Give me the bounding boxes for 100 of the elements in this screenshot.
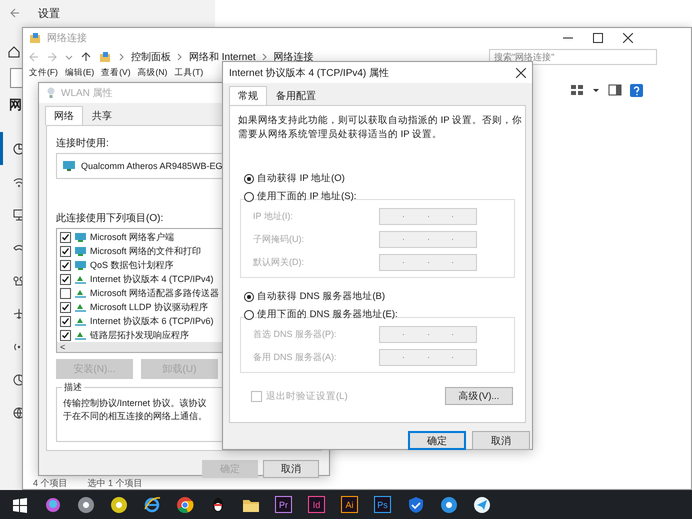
ie-icon[interactable]	[142, 496, 160, 514]
breadcrumb-item[interactable]: 控制面板	[131, 50, 171, 64]
monitor-icon	[74, 232, 87, 243]
home-icon[interactable]	[8, 46, 20, 58]
network-icon	[74, 316, 87, 327]
close-icon[interactable]	[623, 33, 633, 43]
window-title: Internet 协议版本 4 (TCP/IPv4) 属性	[229, 66, 390, 80]
circle-app-icon[interactable]	[76, 496, 94, 514]
option-label: 使用下面的 IP 地址(S):	[257, 190, 356, 203]
item-label: Internet 协议版本 6 (TCP/IPv6)	[90, 315, 214, 328]
item-label: Microsoft LLDP 协议驱动程序	[90, 301, 208, 314]
breadcrumb-item[interactable]: 网络和 Internet	[189, 50, 256, 64]
network-icon	[74, 302, 87, 313]
help-icon[interactable]	[630, 84, 643, 97]
app-icon[interactable]: Ai	[341, 496, 358, 513]
list-item[interactable]: Internet 协议版本 4 (TCP/IPv4)	[60, 273, 220, 286]
app-icon[interactable]: Pr	[275, 496, 292, 513]
option-label: 自动获得 IP 地址(O)	[257, 172, 345, 185]
checkbox[interactable]	[60, 316, 71, 327]
option-label: 自动获得 DNS 服务器地址(B)	[257, 290, 385, 303]
description-text: 于在不同的相互连接的网络上通信。	[63, 410, 208, 423]
button[interactable]: 确定	[408, 431, 466, 450]
chevron-icon	[119, 52, 125, 60]
chevron-icon	[177, 52, 183, 60]
checkbox[interactable]	[60, 246, 71, 257]
circle-app-icon[interactable]	[110, 496, 128, 514]
button[interactable]: 高级(V)...	[445, 387, 513, 405]
adapter-name: Qualcomm Atheros AR9485WB-EG	[81, 161, 223, 171]
breadcrumb-item[interactable]: 网络连接	[274, 50, 314, 64]
button[interactable]: 取消	[263, 460, 319, 478]
section-heading: 网	[9, 96, 23, 114]
list-item[interactable]: Microsoft 网络适配器多路传送器	[60, 287, 220, 300]
checkbox[interactable]	[60, 274, 71, 285]
checkbox-label: 退出时验证设置(L)	[266, 390, 348, 402]
tab[interactable]: 网络	[45, 106, 83, 125]
item-label: 链路层拓扑发现响应程序	[90, 329, 189, 342]
option-label: 使用下面的 DNS 服务器地址(E):	[257, 308, 398, 321]
list-item[interactable]: Microsoft 网络的文件和打印	[60, 245, 220, 258]
field-label: 备用 DNS 服务器(A):	[253, 351, 337, 364]
network-icon	[74, 330, 87, 341]
scrollbar[interactable]: <	[57, 342, 223, 352]
wifi-icon	[13, 176, 25, 188]
window-title: 设置	[38, 6, 60, 20]
network-icon	[74, 274, 87, 285]
field-label: 首选 DNS 服务器(P):	[253, 328, 337, 341]
field-label: 子网掩码(U):	[253, 233, 304, 246]
menu-item[interactable]: 文件(F)	[29, 66, 58, 78]
menu-item[interactable]: 工具(T)	[174, 66, 204, 78]
app-icon[interactable]: Id	[308, 496, 325, 513]
windows-icon[interactable]	[10, 496, 28, 514]
network-folder-icon	[29, 32, 41, 44]
shield-icon[interactable]	[406, 496, 424, 514]
group-title: 描述	[62, 381, 84, 394]
checkbox[interactable]	[60, 288, 71, 299]
checkbox[interactable]	[60, 232, 71, 243]
globe-icon	[13, 406, 25, 418]
list-item[interactable]: Microsoft 网络客户端	[60, 231, 220, 244]
monitor-icon	[74, 246, 87, 257]
description-text: 如果网络支持此功能，则可以获取自动指派的 IP 设置。否则，你需要从网络系统管理员处获得适当的 IP 设置。	[238, 114, 523, 142]
bulb-icon	[47, 87, 55, 99]
scroll-arrow[interactable]: <	[57, 342, 66, 352]
paper-plane-icon[interactable]	[472, 496, 490, 514]
menu-item[interactable]: 编辑(E)	[64, 66, 94, 78]
item-label: Internet 协议版本 4 (TCP/IPv4)	[90, 273, 214, 286]
view-options-icon[interactable]	[570, 84, 584, 96]
menu-item[interactable]: 查看(V)	[101, 66, 131, 78]
circle-app-icon[interactable]	[440, 496, 458, 514]
checkbox[interactable]	[60, 302, 71, 313]
close-icon[interactable]	[516, 68, 526, 78]
back-arrow-icon[interactable]	[10, 8, 20, 18]
list-item[interactable]: 链路层拓扑发现响应程序	[60, 329, 220, 342]
list-item[interactable]: Internet 协议版本 6 (TCP/IPv6)	[60, 315, 220, 328]
list-item[interactable]: Microsoft LLDP 协议驱动程序	[60, 301, 220, 314]
orb-icon[interactable]	[44, 496, 62, 514]
network-icon	[74, 288, 87, 299]
network-folder-icon	[99, 50, 111, 62]
field-label: 默认网关(D):	[253, 256, 304, 269]
menu-item[interactable]: 高级(N)	[138, 66, 168, 78]
list-item[interactable]: QoS 数据包计划程序	[60, 259, 220, 272]
button[interactable]: 取消	[472, 431, 530, 450]
status-text: 4 个项目	[33, 478, 68, 489]
status-text: 选中 1 个项目	[88, 478, 143, 489]
radio-button[interactable]	[244, 310, 254, 320]
search-field[interactable]: 搜索"网络连接"	[489, 48, 657, 64]
checkbox[interactable]	[60, 260, 71, 271]
radio-button[interactable]	[244, 192, 254, 202]
checkbox[interactable]	[60, 330, 71, 341]
tab[interactable]: 常规	[229, 86, 267, 105]
up-arrow-icon[interactable]	[81, 52, 91, 62]
monitor-icon	[62, 160, 76, 172]
pane-icon[interactable]	[608, 84, 622, 96]
item-label: QoS 数据包计划程序	[90, 259, 174, 272]
maximize-icon[interactable]	[593, 33, 603, 43]
radio-button[interactable]	[244, 292, 254, 302]
app-icon[interactable]: Ps	[374, 496, 391, 513]
chrome-icon[interactable]	[176, 496, 194, 514]
window-title: WLAN 属性	[61, 86, 113, 100]
radio-button[interactable]	[244, 174, 254, 184]
field-label: 连接时使用:	[56, 136, 109, 150]
item-label: Microsoft 网络的文件和打印	[90, 245, 202, 258]
